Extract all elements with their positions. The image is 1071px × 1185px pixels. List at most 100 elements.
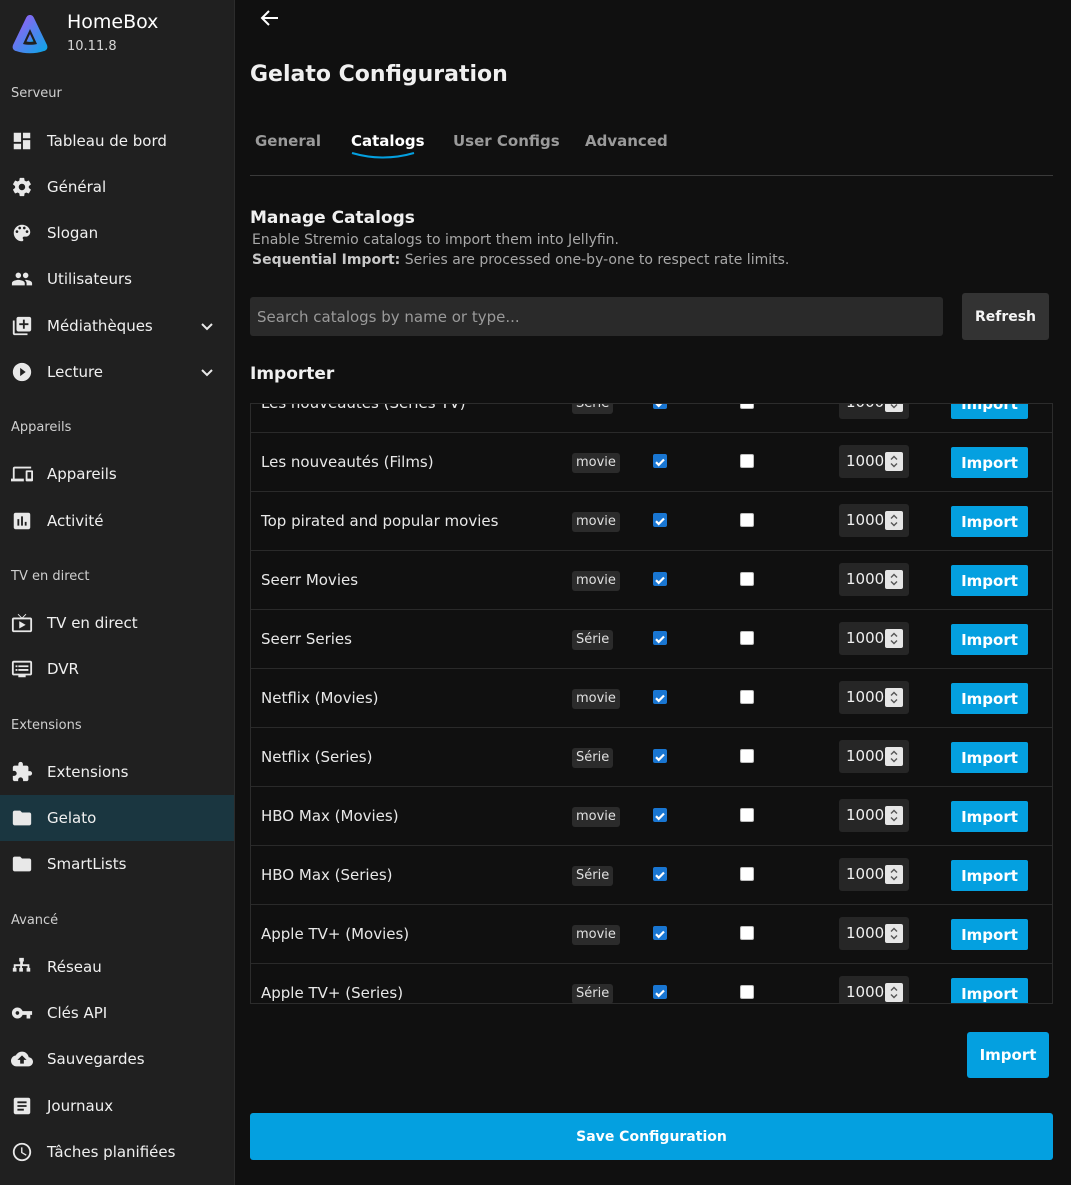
import-catalog-button[interactable]: Import [951,683,1028,714]
brand[interactable]: HomeBox 10.11.8 [10,10,158,56]
option-checkbox[interactable] [740,513,754,527]
sidebar-item-network[interactable]: Réseau [0,944,234,990]
option-checkbox[interactable] [740,926,754,940]
sidebar-item-extensions[interactable]: Extensions [0,749,234,795]
sidebar-item-logs[interactable]: Journaux [0,1083,234,1129]
spinner-arrows-icon[interactable] [885,511,903,530]
option-checkbox[interactable] [740,454,754,468]
sidebar-item-devices[interactable]: Appareils [0,451,234,497]
spinner-arrows-icon[interactable] [885,570,903,589]
sidebar-item-scheduled-tasks[interactable]: Tâches planifiées [0,1129,234,1175]
import-catalog-button[interactable]: Import [951,742,1028,773]
limit-number-input[interactable]: 1000 [839,445,909,478]
import-catalog-button[interactable]: Import [951,801,1028,832]
import-catalog-button[interactable]: Import [951,978,1028,1003]
sidebar-item-general[interactable]: Général [0,164,234,210]
sidebar-item-dashboard[interactable]: Tableau de bord [0,118,234,164]
option-checkbox[interactable] [740,749,754,763]
enabled-checkbox[interactable] [653,454,667,468]
sidebar-item-label: Tâches planifiées [47,1143,176,1161]
spinner-arrows-icon[interactable] [885,629,903,648]
import-all-button[interactable]: Import [967,1032,1049,1078]
catalog-search-input[interactable] [250,297,943,336]
enabled-checkbox[interactable] [653,926,667,940]
limit-number-input[interactable]: 1000 [839,622,909,655]
check-icon [655,930,665,939]
check-icon [655,576,665,585]
option-checkbox[interactable] [740,572,754,586]
sidebar-item-activity[interactable]: Activité [0,498,234,544]
sidebar-item-dvr[interactable]: DVR [0,646,234,692]
spinner-arrows-icon[interactable] [885,688,903,707]
enabled-checkbox[interactable] [653,690,667,704]
limit-value: 1000 [846,452,885,470]
limit-value: 1000 [846,983,885,1001]
limit-number-input[interactable]: 1000 [839,799,909,832]
limit-number-input[interactable]: 1000 [839,740,909,773]
limit-value: 1000 [846,865,885,883]
limit-number-input[interactable]: 1000 [839,917,909,950]
import-catalog-button[interactable]: Import [951,860,1028,891]
sidebar-item-users[interactable]: Utilisateurs [0,256,234,302]
enabled-checkbox[interactable] [653,404,667,409]
check-icon [655,635,665,644]
option-checkbox[interactable] [740,808,754,822]
tab-catalogs[interactable]: Catalogs [351,132,425,150]
catalog-name: Netflix (Movies) [261,689,379,707]
catalog-table[interactable]: Les nouveautés (Séries TV) Série 1000 Impor… [250,403,1053,1004]
back-arrow-icon[interactable] [258,6,282,30]
spinner-arrows-icon[interactable] [885,924,903,943]
enabled-checkbox[interactable] [653,572,667,586]
spinner-arrows-icon[interactable] [885,983,903,1002]
enabled-checkbox[interactable] [653,513,667,527]
enabled-checkbox[interactable] [653,631,667,645]
catalog-type-badge: Série [572,866,614,886]
save-configuration-button[interactable]: Save Configuration [250,1113,1053,1160]
import-catalog-button[interactable]: Import [951,919,1028,950]
import-catalog-button[interactable]: Import [951,624,1028,655]
tab-advanced[interactable]: Advanced [585,132,668,150]
sidebar-item-label: Gelato [47,809,97,827]
option-checkbox[interactable] [740,404,754,409]
option-checkbox[interactable] [740,985,754,999]
check-icon [655,404,663,408]
import-catalog-button[interactable]: Import [951,404,1028,419]
limit-number-input[interactable]: 1000 [839,681,909,714]
option-checkbox[interactable] [740,631,754,645]
sidebar-item-live-tv[interactable]: TV en direct [0,600,234,646]
enabled-checkbox[interactable] [653,808,667,822]
limit-number-input[interactable]: 1000 [839,563,909,596]
catalog-name: Apple TV+ (Movies) [261,925,410,943]
enabled-checkbox[interactable] [653,985,667,999]
refresh-button[interactable]: Refresh [962,293,1049,340]
limit-number-input[interactable]: 1000 [839,976,909,1003]
spinner-arrows-icon[interactable] [885,452,903,471]
enabled-checkbox[interactable] [653,749,667,763]
sidebar-item-gelato[interactable]: Gelato [0,795,234,841]
section-appareils: Appareils [11,420,72,435]
enabled-checkbox[interactable] [653,867,667,881]
check-icon [655,517,665,526]
sidebar-item-slogan[interactable]: Slogan [0,210,234,256]
import-catalog-button[interactable]: Import [951,506,1028,537]
limit-number-input[interactable]: 1000 [839,858,909,891]
limit-value: 1000 [846,404,884,411]
limit-number-input[interactable]: 1000 [839,404,909,419]
spinner-arrows-icon[interactable] [885,404,903,412]
import-catalog-button[interactable]: Import [951,565,1028,596]
option-checkbox[interactable] [740,867,754,881]
sidebar-item-playback[interactable]: Lecture [0,349,234,395]
tab-general[interactable]: General [255,132,321,150]
sidebar-item-backups[interactable]: Sauvegardes [0,1036,234,1082]
import-catalog-button[interactable]: Import [951,447,1028,478]
table-row: Apple TV+ (Movies) movie 1000 Import [251,905,1052,964]
sidebar-item-smartlists[interactable]: SmartLists [0,841,234,887]
option-checkbox[interactable] [740,690,754,704]
tab-user-configs[interactable]: User Configs [453,132,560,150]
sidebar-item-libraries[interactable]: Médiathèques [0,303,234,349]
spinner-arrows-icon[interactable] [885,747,903,766]
spinner-arrows-icon[interactable] [885,806,903,825]
limit-number-input[interactable]: 1000 [839,504,909,537]
spinner-arrows-icon[interactable] [885,865,903,884]
sidebar-item-api-keys[interactable]: Clés API [0,990,234,1036]
